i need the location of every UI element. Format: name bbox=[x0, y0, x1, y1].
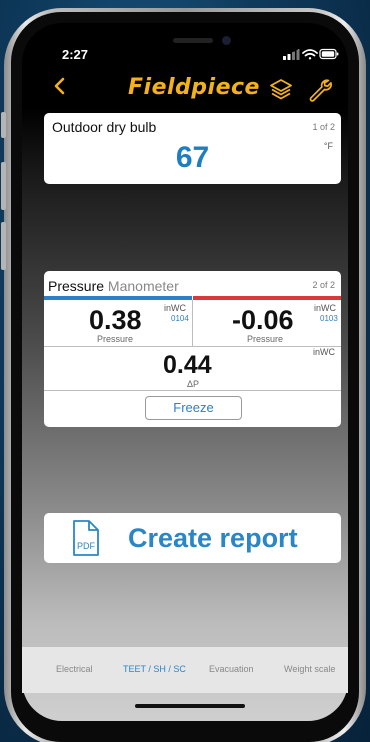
wrench-button[interactable] bbox=[307, 76, 333, 102]
tab-electrical[interactable]: Electrical bbox=[56, 664, 93, 674]
card-page-indicator: 2 of 2 bbox=[312, 280, 335, 290]
tab-evacuation[interactable]: Evacuation bbox=[209, 664, 254, 674]
pressure-left-value: 0.38 bbox=[89, 305, 142, 335]
back-button[interactable] bbox=[50, 76, 70, 96]
card-title-main: Pressure bbox=[48, 278, 105, 294]
probe-indicator-red bbox=[193, 296, 341, 300]
layers-button[interactable] bbox=[269, 77, 293, 101]
side-button bbox=[1, 112, 6, 138]
pressure-left-probe-id: 0104 bbox=[171, 314, 189, 323]
delta-pressure-unit: inWC bbox=[313, 347, 335, 357]
home-indicator[interactable] bbox=[135, 704, 245, 708]
bottom-tab-bar: Electrical TEET / SH / SC Evacuation Wei… bbox=[22, 647, 348, 693]
brand-logo: Fieldpiece bbox=[128, 75, 260, 100]
volume-down-button bbox=[1, 222, 6, 270]
wifi-icon bbox=[302, 49, 318, 60]
pressure-card[interactable]: Pressure Manometer 2 of 2 0.38 inWC 0104… bbox=[44, 271, 341, 427]
pressure-left-unit: inWC bbox=[164, 303, 186, 313]
delta-pressure-label: ΔP bbox=[187, 379, 200, 389]
card-title: Pressure Manometer bbox=[48, 278, 179, 294]
column-divider bbox=[192, 300, 193, 346]
pressure-right-unit: inWC bbox=[314, 303, 336, 313]
outdoor-dry-bulb-card[interactable]: Outdoor dry bulb 1 of 2 °F 67 bbox=[44, 113, 341, 184]
probe-indicator-blue bbox=[44, 296, 192, 300]
pdf-icon-text: PDF bbox=[77, 541, 96, 551]
pressure-right-value: -0.06 bbox=[232, 305, 294, 335]
camera bbox=[222, 36, 231, 45]
card-title: Outdoor dry bulb bbox=[52, 119, 157, 135]
card-title-sub: Manometer bbox=[107, 278, 179, 294]
status-time: 2:27 bbox=[62, 47, 89, 62]
pressure-left-label: Pressure bbox=[97, 334, 134, 344]
card-page-indicator: 1 of 2 bbox=[312, 122, 335, 132]
pdf-file-icon: PDF bbox=[73, 520, 99, 556]
delta-pressure-value: 0.44 bbox=[163, 351, 212, 379]
row-divider bbox=[44, 390, 341, 391]
temperature-value: 67 bbox=[175, 141, 210, 174]
row-divider bbox=[44, 346, 341, 347]
tab-teet-sh-sc[interactable]: TEET / SH / SC bbox=[123, 664, 186, 674]
create-report-label: Create report bbox=[128, 523, 298, 553]
volume-up-button bbox=[1, 162, 6, 210]
battery-icon bbox=[319, 48, 339, 60]
freeze-button[interactable]: Freeze bbox=[145, 396, 242, 420]
pressure-right-probe-id: 0103 bbox=[320, 314, 338, 323]
create-report-button[interactable]: PDF Create report bbox=[44, 513, 341, 563]
pressure-right-label: Pressure bbox=[247, 334, 284, 344]
speaker bbox=[173, 38, 213, 43]
tab-weight-scale[interactable]: Weight scale bbox=[284, 664, 335, 674]
